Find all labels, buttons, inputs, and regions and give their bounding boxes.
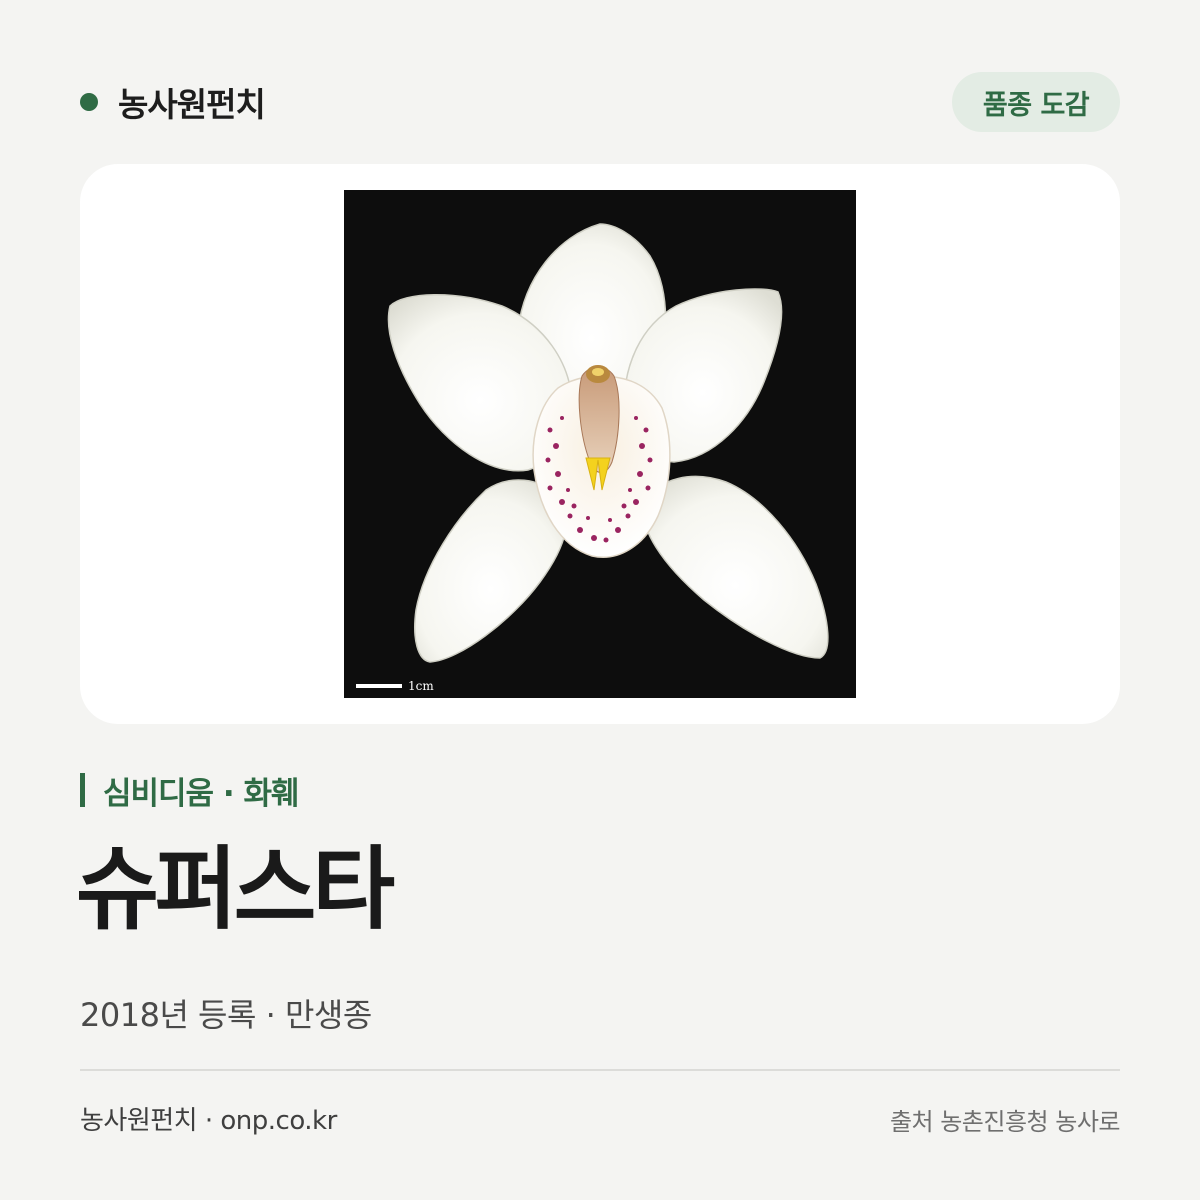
footer-site[interactable]: 농사원펀치 · onp.co.kr	[80, 1100, 337, 1137]
brand-dot-icon	[80, 93, 98, 111]
header: 농사원펀치 품종 도감	[80, 72, 1120, 132]
footer-source: 출처 농촌진흥청 농사로	[889, 1108, 1121, 1136]
brand[interactable]: 농사원펀치	[80, 72, 266, 132]
variety-name: 슈퍼스타	[76, 837, 395, 942]
photo-card: 1cm	[80, 164, 1120, 724]
brand-name: 농사원펀치	[118, 85, 266, 124]
category-accent-bar	[80, 773, 85, 807]
registration-info: 2018년 등록 · 만생종	[80, 996, 372, 1034]
category: 심비디움 · 화훼	[80, 768, 299, 812]
orchid-photo: 1cm	[344, 190, 856, 698]
footer-divider	[80, 1069, 1120, 1071]
orchid-flower-image: 1cm	[344, 190, 856, 698]
catalog-badge[interactable]: 품종 도감	[952, 72, 1120, 132]
scale-label: 1cm	[408, 679, 434, 693]
category-label: 심비디움 · 화훼	[103, 775, 299, 812]
scale-bar	[356, 684, 402, 688]
